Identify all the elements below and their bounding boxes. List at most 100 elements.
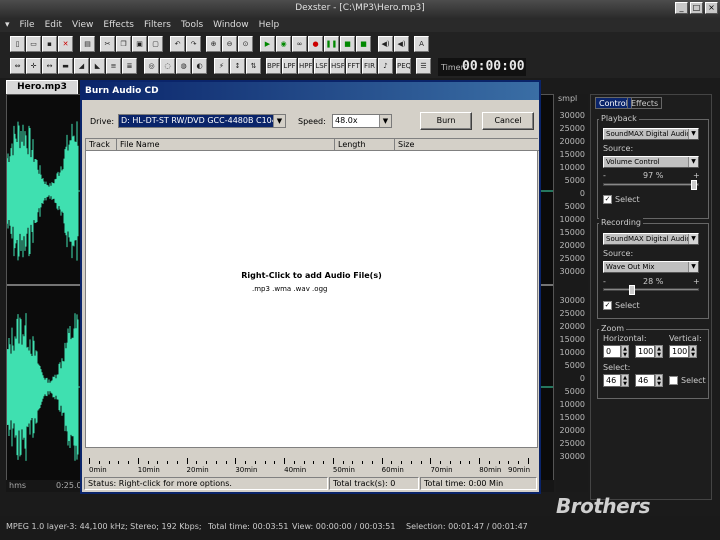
properties-icon[interactable]: ▤: [80, 36, 95, 52]
text-tool-icon[interactable]: A: [414, 36, 429, 52]
zoom-vertical-stepper[interactable]: ▲ ▼: [689, 345, 697, 358]
swap-channels-icon[interactable]: ⇅: [246, 58, 261, 74]
pause-icon[interactable]: ❚❚: [324, 36, 339, 52]
normalize-icon[interactable]: ✛: [26, 58, 41, 74]
stop-all-icon[interactable]: ■: [356, 36, 371, 52]
scale-label: 10000: [559, 163, 585, 172]
filter-bpf-button[interactable]: BPF: [266, 58, 281, 74]
fade-icon[interactable]: ↔: [42, 58, 57, 74]
zoom-in-icon[interactable]: ⊕: [206, 36, 221, 52]
redo-icon[interactable]: ↷: [186, 36, 201, 52]
maximize-button[interactable]: □: [690, 2, 703, 14]
column-length[interactable]: Length: [335, 139, 395, 151]
zoom-h-from-input[interactable]: 0: [603, 345, 621, 358]
playback-source-select[interactable]: Volume Control ▼: [603, 156, 699, 168]
new-file-icon[interactable]: ▯: [10, 36, 25, 52]
filter-peq-button[interactable]: PEQ: [396, 58, 411, 74]
recording-volume-slider[interactable]: [603, 285, 699, 295]
close-button[interactable]: ×: [705, 2, 718, 14]
system-menu-icon[interactable]: ▾: [4, 20, 11, 30]
ruler-tick: [245, 461, 247, 464]
cut-icon[interactable]: ✂: [100, 36, 115, 52]
zoom-sel-from-input[interactable]: 46: [603, 374, 621, 387]
record-icon[interactable]: ●: [308, 36, 323, 52]
main-toolbar: ▯ ▭ ▪ ✕ ▤ ✂ ❐ ▣ ▢ ↶ ↷ ⊕ ⊖ ⊙ ▶ ◉ ∞ ● ❚❚ ■…: [0, 32, 720, 56]
silence-icon[interactable]: ▬: [58, 58, 73, 74]
playback-volume-slider[interactable]: [603, 180, 699, 190]
paste-icon[interactable]: ▣: [132, 36, 147, 52]
copy-icon[interactable]: ❐: [116, 36, 131, 52]
paste-new-icon[interactable]: ▢: [148, 36, 163, 52]
column-size[interactable]: Size: [395, 139, 539, 151]
volume-down-icon[interactable]: ◀): [394, 36, 409, 52]
recording-device-select[interactable]: SoundMAX Digital Audio ▼: [603, 233, 699, 245]
invert-icon[interactable]: ≣: [122, 58, 137, 74]
recording-source-select[interactable]: Wave Out Mix ▼: [603, 261, 699, 273]
zoom-sel-from-stepper[interactable]: ▲ ▼: [621, 374, 629, 387]
cancel-button[interactable]: Cancel: [482, 112, 534, 130]
zoom-h-to-input[interactable]: 100: [635, 345, 655, 358]
play-icon[interactable]: ▶: [260, 36, 275, 52]
scale-label: 25000: [559, 439, 585, 448]
zoom-h-to-stepper[interactable]: ▲ ▼: [655, 345, 663, 358]
zoom-sel-to-stepper[interactable]: ▲ ▼: [655, 374, 663, 387]
filter-lpf-button[interactable]: LPF: [282, 58, 297, 74]
phaser-icon[interactable]: ⚡: [214, 58, 229, 74]
stop-icon[interactable]: ■: [340, 36, 355, 52]
filter-lsf-button[interactable]: LSF: [314, 58, 329, 74]
playback-volume-thumb[interactable]: [691, 180, 697, 190]
tab-effects[interactable]: Effects: [627, 97, 663, 109]
filter-hsf-button[interactable]: HSF: [330, 58, 345, 74]
speed-select[interactable]: 48.0x ▼: [332, 114, 392, 128]
menu-filters[interactable]: Filters: [143, 20, 172, 30]
recording-select-checkbox[interactable]: ✓: [603, 301, 612, 310]
recording-volume-thumb[interactable]: [629, 285, 635, 295]
ruler-label: 80min: [479, 466, 502, 474]
batch-icon[interactable]: ☰: [416, 58, 431, 74]
tempo-icon[interactable]: ↕: [230, 58, 245, 74]
drive-select[interactable]: D: HL-DT-ST RW/DVD GCC-4480B C104 ▼: [118, 114, 286, 128]
amplify-icon[interactable]: ⇔: [10, 58, 25, 74]
menu-tools[interactable]: Tools: [180, 20, 204, 30]
pitch-icon[interactable]: ≡: [106, 58, 121, 74]
reverb-icon[interactable]: ◌: [160, 58, 175, 74]
zoom-select-checkbox[interactable]: [669, 376, 678, 385]
loop-icon[interactable]: ∞: [292, 36, 307, 52]
open-folder-icon[interactable]: ▭: [26, 36, 41, 52]
filter-fft-button[interactable]: FFT: [346, 58, 361, 74]
flanger-icon[interactable]: ◐: [192, 58, 207, 74]
echo-icon[interactable]: ◎: [144, 58, 159, 74]
menu-effects[interactable]: Effects: [102, 20, 135, 30]
save-icon[interactable]: ▪: [42, 36, 57, 52]
zoom-h-from-stepper[interactable]: ▲ ▼: [621, 345, 629, 358]
playback-device-select[interactable]: SoundMAX Digital Audio ▼: [603, 128, 699, 140]
menu-help[interactable]: Help: [258, 20, 281, 30]
volume-up-icon[interactable]: ◀): [378, 36, 393, 52]
zoom-sel-to-input[interactable]: 46: [635, 374, 655, 387]
column-file-name[interactable]: File Name: [117, 139, 335, 151]
document-tab[interactable]: Hero.mp3: [6, 80, 78, 94]
menu-window[interactable]: Window: [212, 20, 250, 30]
zoom-selection-icon[interactable]: ⊙: [238, 36, 253, 52]
zoom-vertical-input[interactable]: 100: [669, 345, 689, 358]
menu-view[interactable]: View: [71, 20, 94, 30]
ruler-tick: [518, 461, 520, 464]
minimize-button[interactable]: _: [675, 2, 688, 14]
menu-edit[interactable]: Edit: [44, 20, 63, 30]
play-from-cursor-icon[interactable]: ◉: [276, 36, 291, 52]
undo-icon[interactable]: ↶: [170, 36, 185, 52]
track-list[interactable]: Track File Name Length Size Right-Click …: [85, 138, 539, 448]
filter-fx-icon[interactable]: ♪: [378, 58, 393, 74]
chorus-icon[interactable]: ◍: [176, 58, 191, 74]
burn-button[interactable]: Burn: [420, 112, 472, 130]
column-track[interactable]: Track: [86, 139, 117, 151]
filter-fir-button[interactable]: FIR: [362, 58, 377, 74]
menu-file[interactable]: File: [19, 20, 36, 30]
fade-out-icon[interactable]: ◣: [90, 58, 105, 74]
ruler-tick: [498, 461, 500, 464]
filter-hpf-button[interactable]: HPF: [298, 58, 313, 74]
delete-icon[interactable]: ✕: [58, 36, 73, 52]
fade-in-icon[interactable]: ◢: [74, 58, 89, 74]
zoom-out-icon[interactable]: ⊖: [222, 36, 237, 52]
playback-select-checkbox[interactable]: ✓: [603, 195, 612, 204]
